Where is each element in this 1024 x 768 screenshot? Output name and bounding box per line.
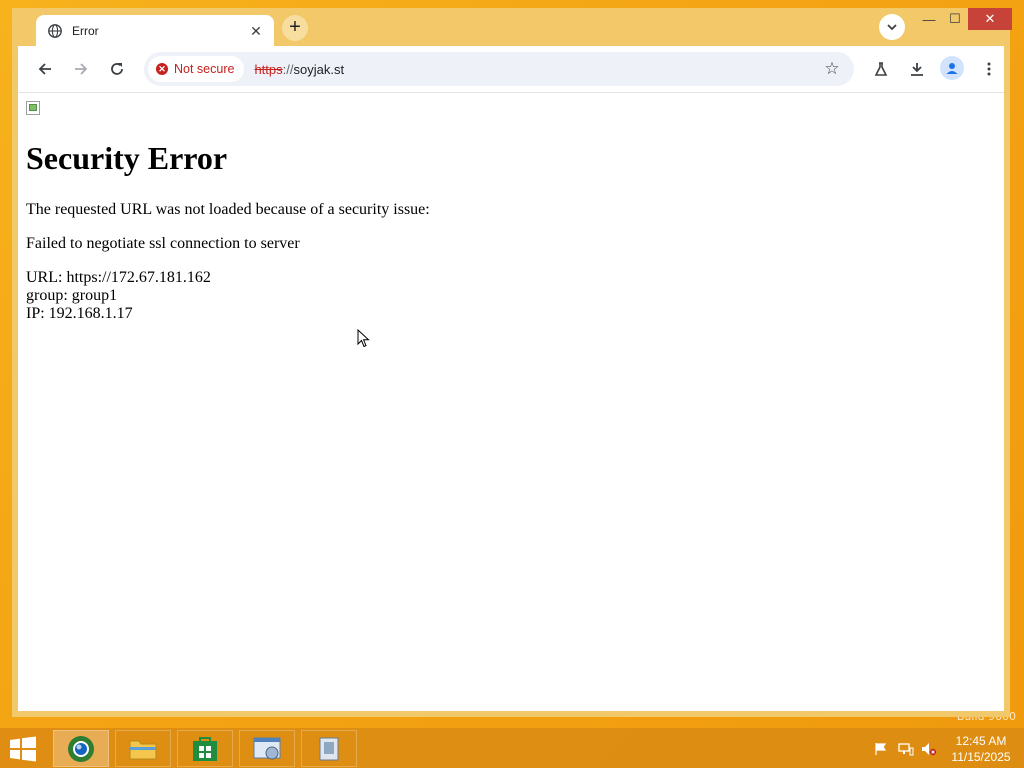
new-tab-button[interactable]: + (282, 15, 308, 41)
system-clock[interactable]: 12:45 AM 11/15/2025 (946, 733, 1016, 765)
security-label: Not secure (174, 62, 235, 76)
tab-title: Error (72, 24, 99, 38)
error-message: The requested URL was not loaded because… (26, 201, 430, 218)
start-button[interactable] (8, 736, 38, 762)
download-icon (911, 63, 923, 76)
url-text[interactable]: https://soyjak.st (254, 62, 344, 77)
mouse-cursor-icon (357, 329, 370, 348)
globe-icon (48, 24, 62, 38)
labs-button[interactable] (868, 56, 894, 82)
url-scheme: https (254, 61, 283, 77)
browser-window: Error ✕ + — ☐ ✕ ✕ Not secure https://soy… (12, 8, 1012, 717)
control-panel-icon (253, 737, 281, 759)
volume-muted-icon[interactable] (921, 742, 937, 756)
downloads-button[interactable] (904, 56, 930, 82)
profile-avatar[interactable] (940, 56, 964, 80)
url-host: soyjak.st (293, 61, 345, 77)
detail-group: group: group1 (26, 287, 118, 304)
tab-close-icon[interactable]: ✕ (246, 21, 266, 41)
clock-time: 12:45 AM (955, 734, 1007, 748)
warning-icon: ✕ (156, 63, 168, 75)
browser-icon (68, 735, 94, 762)
minimize-button[interactable]: — (916, 8, 942, 30)
file-explorer-icon (129, 740, 157, 759)
maximize-button[interactable]: ☐ (942, 8, 968, 30)
taskbar: 12:45 AM 11/15/2025 (0, 728, 1024, 768)
more-vertical-icon (987, 62, 991, 76)
windows-logo-icon (10, 736, 36, 762)
tab-search-button[interactable] (879, 14, 905, 40)
close-window-button[interactable]: ✕ (968, 8, 1012, 30)
browser-toolbar: ✕ Not secure https://soyjak.st ☆ (18, 46, 1004, 93)
security-indicator[interactable]: ✕ Not secure (148, 56, 245, 82)
flag-icon[interactable] (873, 742, 889, 756)
installer-icon (319, 737, 339, 760)
page-title: Security Error (26, 140, 228, 176)
reload-button[interactable] (104, 56, 130, 82)
flask-icon (874, 62, 888, 76)
store-icon (193, 736, 217, 761)
network-icon[interactable] (898, 742, 914, 756)
arrow-left-icon (38, 63, 51, 75)
back-button[interactable] (32, 56, 58, 82)
url-separator: :// (282, 61, 294, 77)
error-reason: Failed to negotiate ssl connection to se… (26, 235, 300, 252)
taskbar-file-explorer[interactable] (115, 730, 171, 767)
detail-ip: IP: 192.168.1.17 (26, 305, 133, 322)
taskbar-store[interactable] (177, 730, 233, 767)
reload-icon (111, 63, 123, 75)
address-bar[interactable]: ✕ Not secure https://soyjak.st ☆ (144, 52, 854, 86)
tab-error[interactable]: Error ✕ (36, 15, 274, 47)
clock-date: 11/15/2025 (951, 750, 1011, 764)
taskbar-browser[interactable] (53, 730, 109, 767)
menu-button[interactable] (976, 56, 1002, 82)
taskbar-installer[interactable] (301, 730, 357, 767)
broken-image-icon (26, 101, 40, 115)
forward-button[interactable] (68, 56, 94, 82)
chevron-down-icon (887, 24, 897, 31)
error-details: URL: https://172.67.181.162 group: group… (26, 269, 211, 323)
person-icon (946, 63, 958, 74)
page-content: Security Error The requested URL was not… (18, 93, 1004, 711)
bookmark-star-icon[interactable]: ☆ (820, 57, 844, 81)
taskbar-control-panel[interactable] (239, 730, 295, 767)
detail-url: URL: https://172.67.181.162 (26, 269, 211, 286)
title-bar: Error ✕ + — ☐ ✕ (18, 8, 1012, 47)
arrow-right-icon (75, 63, 88, 75)
